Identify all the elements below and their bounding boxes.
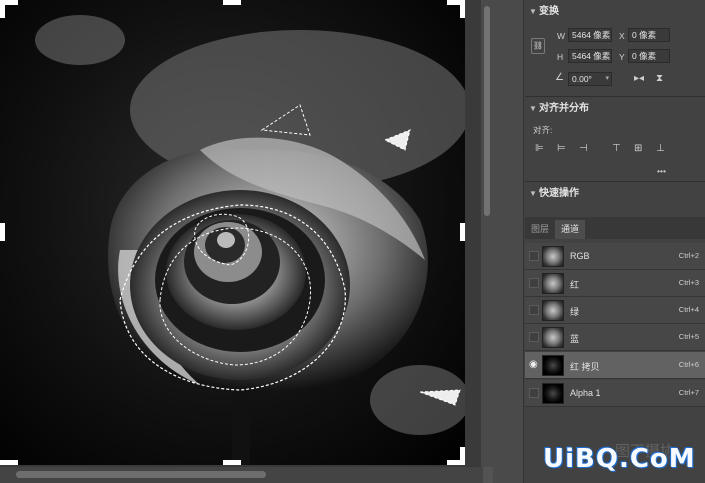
chevron-down-icon: ▼	[529, 189, 537, 198]
channel-shortcut: Ctrl+2	[678, 251, 699, 260]
visibility-toggle[interactable]	[529, 251, 539, 261]
align-right-icon[interactable]: ⊣	[579, 143, 588, 155]
align-left-icon[interactable]: ⊫	[535, 143, 544, 155]
height-field[interactable]: 5464 像素	[568, 49, 612, 63]
angle-icon: ∠	[555, 72, 564, 83]
transform-header[interactable]: ▼ 变换	[525, 2, 705, 22]
visibility-toggle[interactable]	[529, 278, 539, 288]
align-horizontal-center-icon[interactable]: ⊨	[557, 143, 566, 155]
eye-icon[interactable]: ◉	[529, 360, 539, 370]
align-bottom-icon[interactable]: ⊥	[656, 143, 665, 155]
transform-handle-top-right-v[interactable]	[460, 0, 465, 18]
transform-handle-bottom-middle[interactable]	[223, 460, 241, 465]
horizontal-scroll-thumb[interactable]	[16, 471, 266, 478]
transform-handle-bottom-right-v[interactable]	[460, 447, 465, 465]
channel-shortcut: Ctrl+5	[678, 332, 699, 341]
h-label: H	[557, 52, 564, 62]
x-label: X	[619, 31, 625, 41]
watermark: 图下摄协 UiBQ.CoM	[533, 440, 703, 478]
visibility-toggle[interactable]	[529, 388, 539, 398]
channel-shortcut: Ctrl+6	[678, 360, 699, 369]
tab-layers[interactable]: 图层	[525, 220, 555, 239]
visibility-toggle[interactable]	[529, 332, 539, 342]
channel-thumbnail	[542, 273, 564, 294]
vertical-scroll-thumb[interactable]	[484, 6, 490, 216]
transform-section: ▼ 变换	[525, 2, 705, 22]
channel-name: 红	[570, 280, 580, 290]
transform-title: 变换	[539, 6, 559, 17]
angle-value: 0.00°	[572, 74, 592, 84]
channel-shortcut: Ctrl+7	[678, 388, 699, 397]
w-label: W	[557, 31, 566, 41]
transform-handle-middle-left[interactable]	[0, 223, 5, 241]
channel-thumbnail	[542, 327, 564, 348]
channel-thumbnail	[542, 383, 564, 404]
channel-shortcut: Ctrl+4	[678, 305, 699, 314]
quick-actions-header[interactable]: ▼ 快速操作	[525, 184, 705, 204]
flip-horizontal-icon[interactable]: ▸◂	[634, 73, 644, 85]
quick-actions-title: 快速操作	[539, 188, 579, 199]
panel-icon-strip	[493, 0, 524, 483]
channel-row-red[interactable]: 红 Ctrl+3	[525, 270, 705, 297]
channel-thumbnail	[542, 300, 564, 321]
document-canvas[interactable]	[0, 0, 465, 465]
chevron-down-icon: ▼	[529, 104, 537, 113]
align-vertical-center-icon[interactable]: ⊞	[634, 143, 642, 155]
transform-handle-top-left-v[interactable]	[0, 0, 5, 18]
tab-channels[interactable]: 通道	[555, 220, 586, 239]
channel-row-red-copy[interactable]: ◉ 红 拷贝 Ctrl+6	[525, 352, 705, 379]
align-header[interactable]: ▼ 对齐并分布	[525, 99, 705, 119]
quick-actions-section: ▼ 快速操作	[525, 184, 705, 204]
separator	[525, 181, 705, 182]
channel-row-blue[interactable]: 蓝 Ctrl+5	[525, 324, 705, 351]
separator	[525, 96, 705, 97]
align-top-icon[interactable]: ⊤	[612, 143, 621, 155]
channel-thumbnail	[542, 355, 564, 376]
channel-row-rgb[interactable]: RGB Ctrl+2	[525, 243, 705, 270]
align-section: ▼ 对齐并分布	[525, 99, 705, 119]
transform-handle-middle-right[interactable]	[460, 223, 465, 241]
channel-name: RGB	[570, 251, 590, 261]
horizontal-scrollbar[interactable]	[0, 467, 483, 483]
align-title: 对齐并分布	[539, 103, 589, 114]
channel-name: Alpha 1	[570, 388, 601, 398]
link-icon[interactable]: ⛓	[531, 38, 545, 54]
align-label: 对齐:	[533, 125, 553, 135]
chevron-down-icon: ▼	[529, 7, 537, 16]
x-field[interactable]: 0 像素	[628, 28, 670, 42]
more-options-icon[interactable]: •••	[657, 166, 666, 176]
visibility-toggle[interactable]	[529, 305, 539, 315]
channel-row-green[interactable]: 绿 Ctrl+4	[525, 297, 705, 324]
channel-name: 红 拷贝	[570, 362, 600, 372]
vertical-scrollbar[interactable]	[481, 0, 493, 467]
y-label: Y	[619, 52, 625, 62]
watermark-logo: UiBQ.CoM	[543, 444, 696, 474]
channel-name: 蓝	[570, 334, 580, 344]
flip-vertical-icon[interactable]: ⧗	[656, 73, 663, 85]
transform-handle-top-middle[interactable]	[223, 0, 241, 5]
rose-image	[35, 15, 465, 465]
channel-thumbnail	[542, 246, 564, 267]
y-field[interactable]: 0 像素	[628, 49, 670, 63]
canvas-area[interactable]	[0, 0, 483, 483]
panel-tabs: 图层 通道	[525, 217, 705, 239]
angle-field[interactable]: 0.00° ▾	[568, 72, 612, 86]
transform-handle-bottom-left[interactable]	[0, 460, 18, 465]
channel-name: 绿	[570, 307, 580, 317]
channel-shortcut: Ctrl+3	[678, 278, 699, 287]
channel-row-alpha-1[interactable]: Alpha 1 Ctrl+7	[525, 380, 705, 407]
chevron-down-icon[interactable]: ▾	[605, 73, 609, 85]
width-field[interactable]: 5464 像素	[568, 28, 612, 42]
